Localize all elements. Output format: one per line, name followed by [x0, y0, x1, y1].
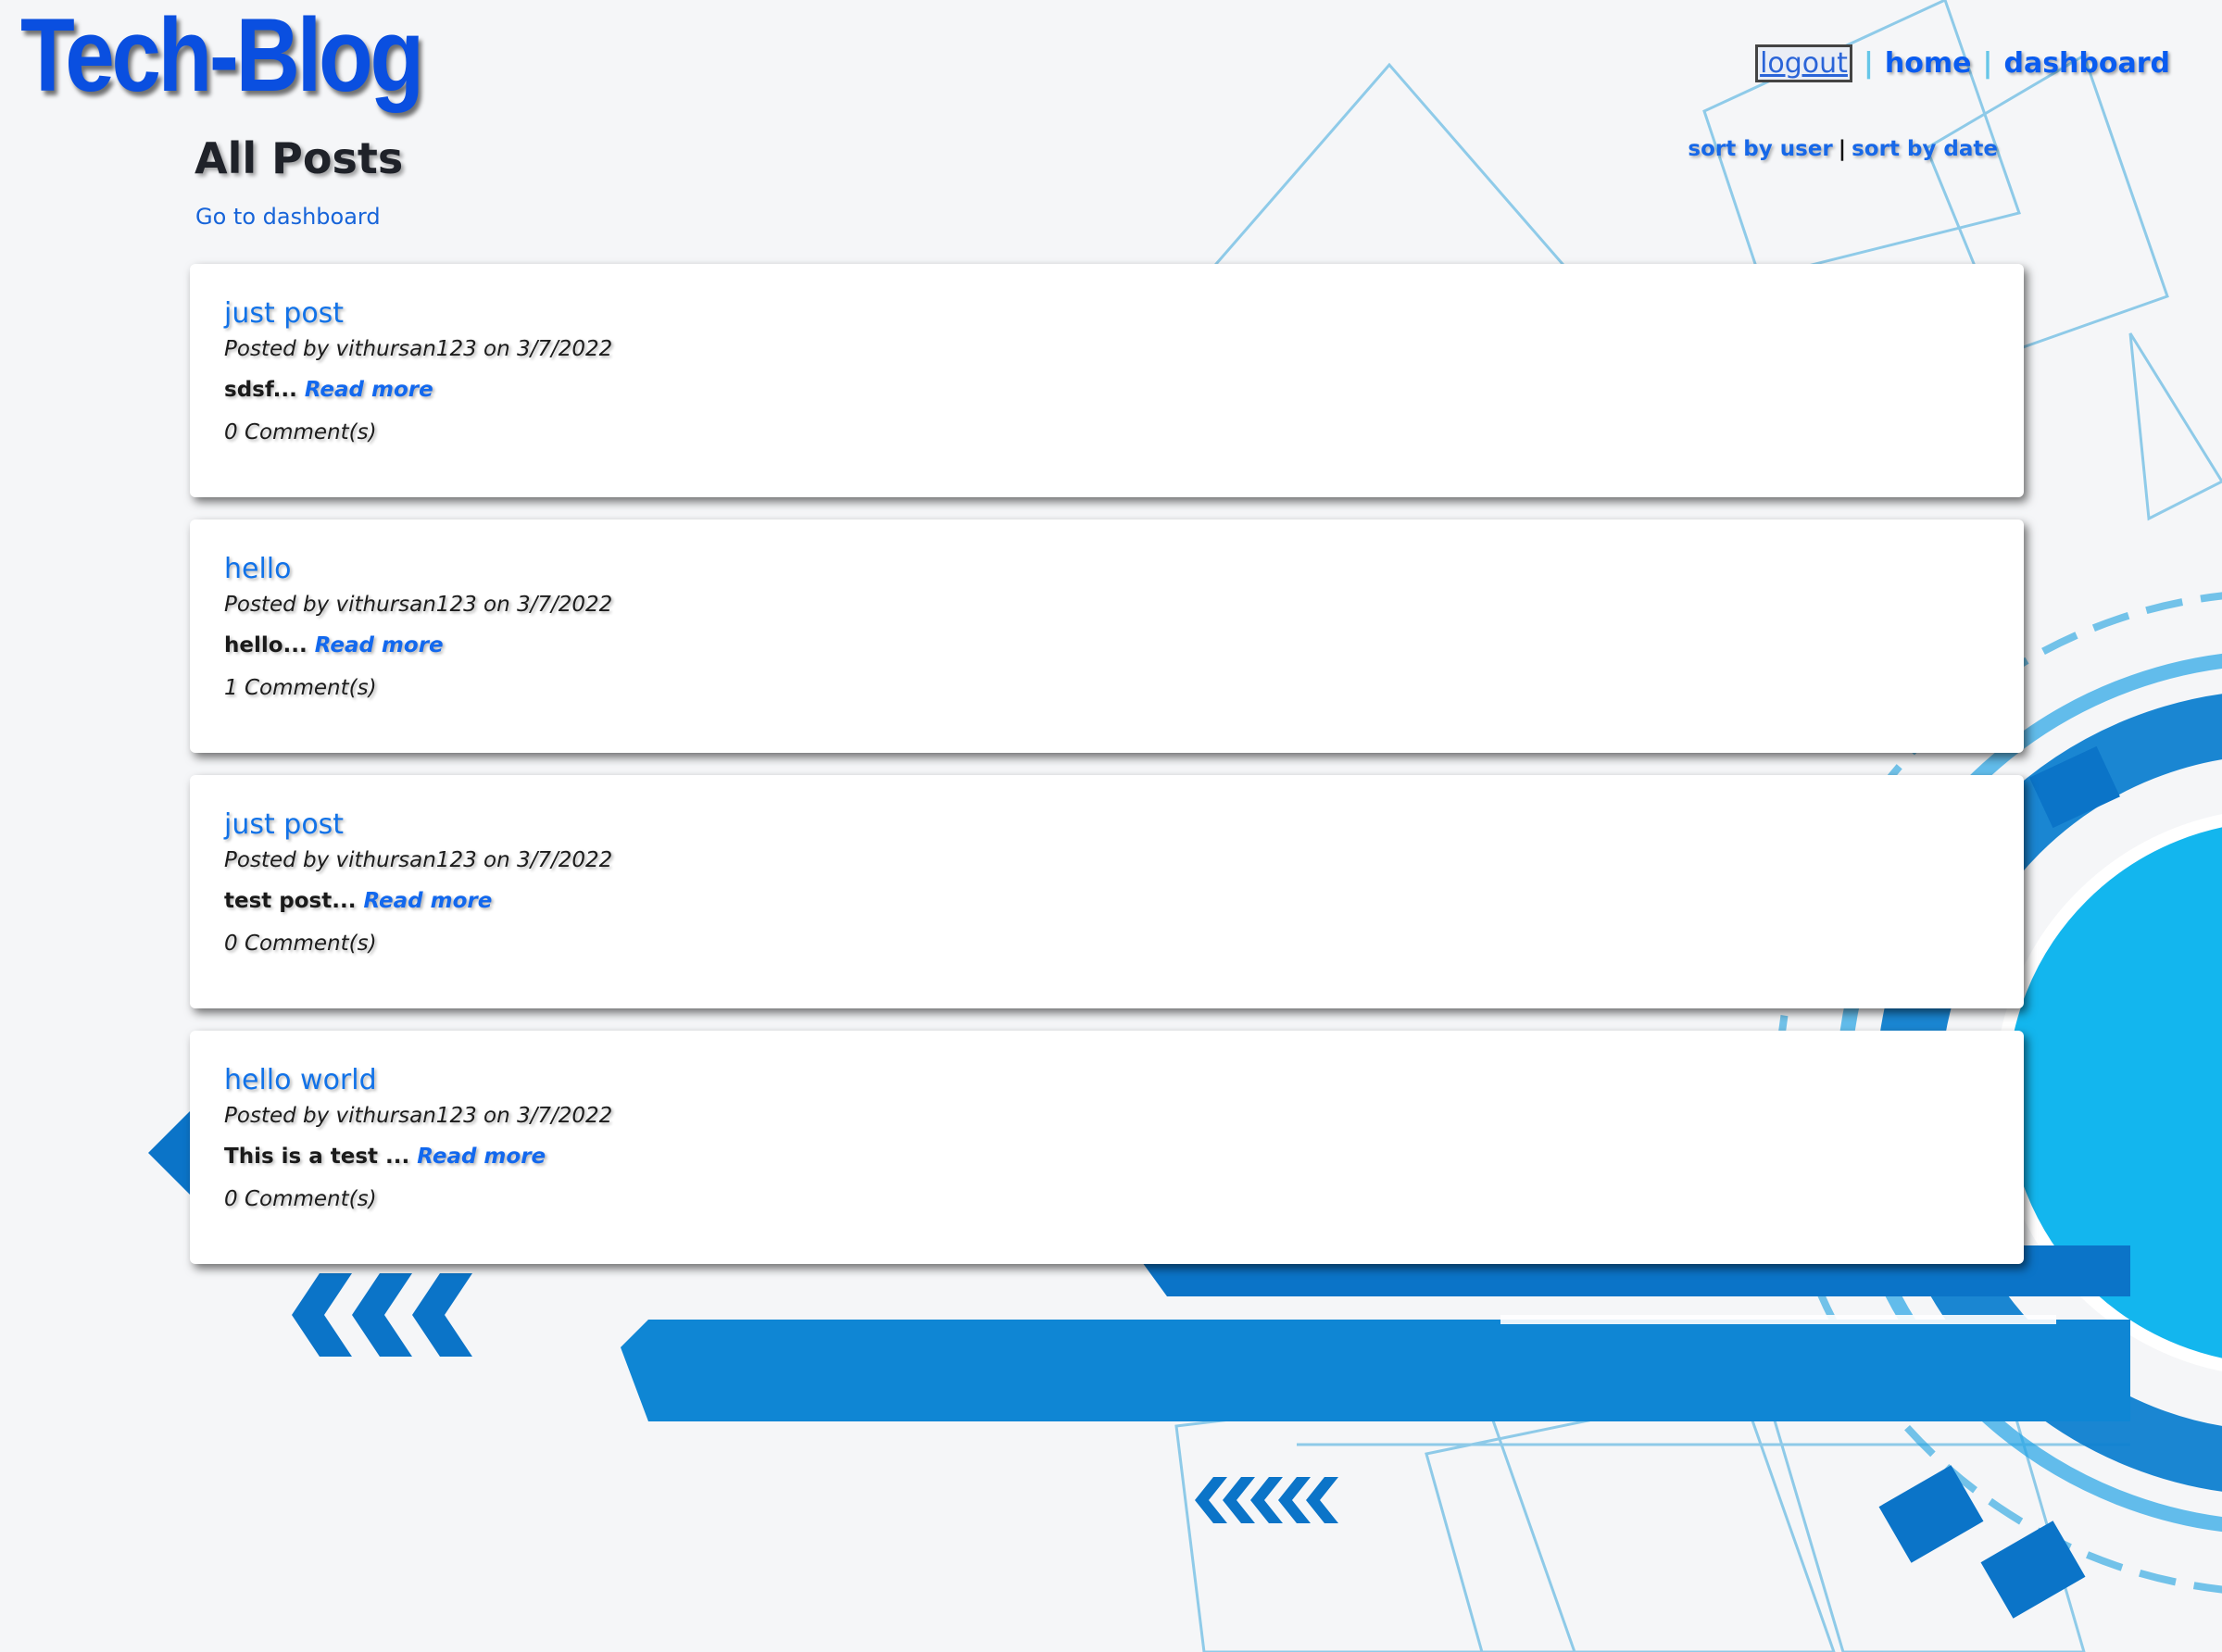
post-card: just post Posted by vithursan123 on 3/7/… [190, 775, 2024, 1008]
post-excerpt: This is a test ... [224, 1145, 410, 1169]
comment-count: 0 Comment(s) [224, 1187, 377, 1211]
post-excerpt: test post... [224, 889, 357, 913]
read-more-link[interactable]: Read more [305, 378, 433, 402]
post-excerpt-row: sdsf... Read more [224, 378, 1990, 402]
post-excerpt: sdsf... [224, 378, 297, 402]
read-more-link[interactable]: Read more [363, 889, 492, 913]
read-more-link[interactable]: Read more [315, 633, 444, 657]
sort-by-date-link[interactable]: sort by date [1852, 137, 1998, 161]
post-card: hello Posted by vithursan123 on 3/7/2022… [190, 519, 2024, 753]
go-to-dashboard-link[interactable]: Go to dashboard [195, 204, 381, 230]
comment-count: 1 Comment(s) [224, 676, 377, 700]
post-meta: Posted by vithursan123 on 3/7/2022 [224, 1104, 613, 1128]
post-card: hello world Posted by vithursan123 on 3/… [190, 1031, 2024, 1264]
post-title-link[interactable]: hello world [224, 1064, 1990, 1096]
site-logo[interactable]: Tech-Blog [20, 4, 424, 107]
post-excerpt-row: test post... Read more [224, 889, 1990, 913]
nav-separator: | [1982, 47, 1993, 80]
dashboard-link[interactable]: dashboard [2003, 47, 2170, 80]
home-link[interactable]: home [1885, 47, 1972, 80]
comment-count: 0 Comment(s) [224, 932, 377, 956]
sort-controls: sort by user | sort by date [1688, 137, 1998, 161]
post-excerpt-row: hello... Read more [224, 633, 1990, 657]
read-more-link[interactable]: Read more [417, 1145, 546, 1169]
post-meta: Posted by vithursan123 on 3/7/2022 [224, 848, 613, 872]
logout-button[interactable]: logout [1755, 44, 1852, 82]
top-nav: logout | home | dashboard [1755, 44, 2170, 82]
post-meta: Posted by vithursan123 on 3/7/2022 [224, 337, 613, 361]
post-card: just post Posted by vithursan123 on 3/7/… [190, 264, 2024, 497]
post-title-link[interactable]: just post [224, 808, 1990, 841]
post-list: just post Posted by vithursan123 on 3/7/… [190, 264, 2024, 1286]
post-excerpt-row: This is a test ... Read more [224, 1145, 1990, 1169]
comment-count: 0 Comment(s) [224, 420, 377, 444]
sort-by-user-link[interactable]: sort by user [1688, 137, 1832, 161]
nav-separator: | [1863, 47, 1874, 80]
sort-separator: | [1838, 137, 1847, 161]
post-title-link[interactable]: hello [224, 553, 1990, 585]
post-title-link[interactable]: just post [224, 297, 1990, 330]
page-title: All Posts [195, 133, 404, 183]
post-excerpt: hello... [224, 633, 308, 657]
post-meta: Posted by vithursan123 on 3/7/2022 [224, 593, 613, 617]
